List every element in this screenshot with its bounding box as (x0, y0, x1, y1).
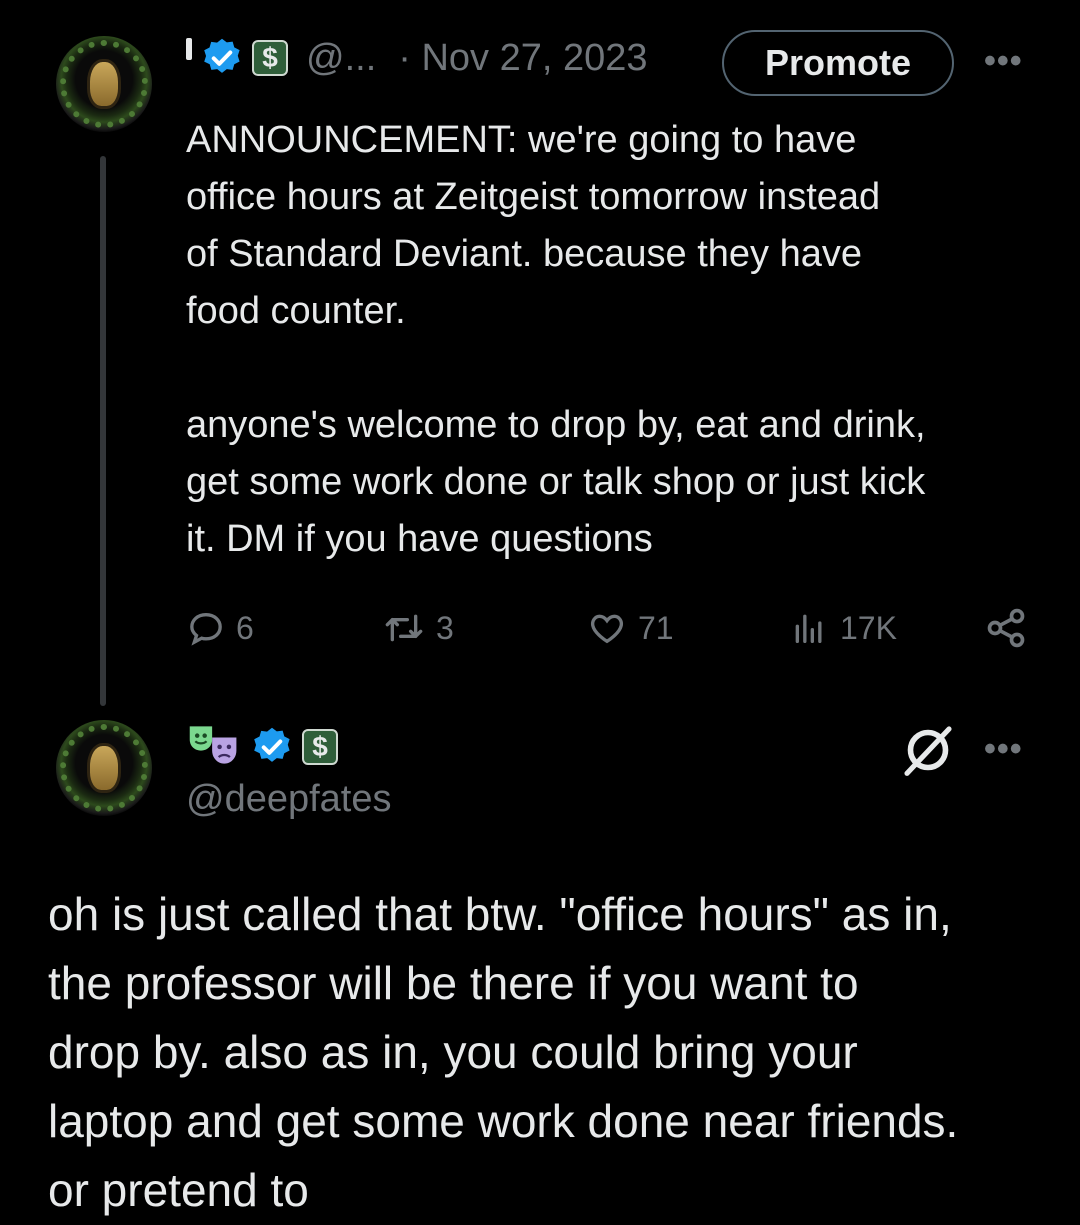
heart-icon (590, 614, 624, 644)
theater-masks-icon (186, 722, 242, 773)
reply-count: 6 (236, 609, 254, 646)
reply-icon (190, 612, 222, 646)
reply-button[interactable]: 6 (186, 600, 254, 656)
s-badge-icon[interactable]: $ (252, 40, 288, 76)
verified-badge-icon[interactable] (200, 36, 244, 80)
grok-icon[interactable] (900, 722, 956, 778)
reply-author-handle[interactable]: @deepfates (186, 778, 392, 821)
share-button[interactable] (984, 600, 1028, 656)
tweet-text: ANNOUNCEMENT: we're going to have office… (186, 119, 926, 560)
repost-count: 3 (436, 609, 454, 646)
promote-button[interactable]: Promote (722, 30, 954, 96)
tweet-header: $ @... · Nov 27, 2023 (186, 28, 648, 88)
tweet-actions: 6 3 71 17K (186, 600, 1036, 656)
author-handle[interactable]: @... (306, 37, 376, 80)
views-button[interactable]: 17K (788, 600, 897, 656)
share-icon (987, 608, 1025, 648)
reply-header: $ (186, 722, 338, 772)
reply-author-avatar[interactable] (56, 720, 152, 816)
verified-badge-icon[interactable] (250, 725, 294, 769)
s-badge-icon[interactable]: $ (302, 729, 338, 765)
display-name-fragment[interactable] (186, 38, 192, 60)
avatar-wreath (60, 724, 148, 812)
repost-button[interactable]: 3 (382, 600, 454, 656)
repost-icon (385, 614, 423, 642)
like-button[interactable]: 71 (586, 600, 674, 656)
avatar-wreath (60, 40, 148, 128)
reply-more-options-button[interactable]: ••• (984, 730, 1023, 769)
author-avatar[interactable] (56, 36, 152, 132)
tweet-date[interactable]: · Nov 27, 2023 (398, 37, 647, 80)
views-icon (795, 614, 822, 643)
thread-line (100, 156, 106, 706)
views-count: 17K (840, 609, 897, 646)
reply-text: oh is just called that btw. "office hour… (48, 888, 959, 1216)
more-options-button[interactable]: ••• (984, 42, 1023, 81)
like-count: 71 (638, 609, 674, 646)
